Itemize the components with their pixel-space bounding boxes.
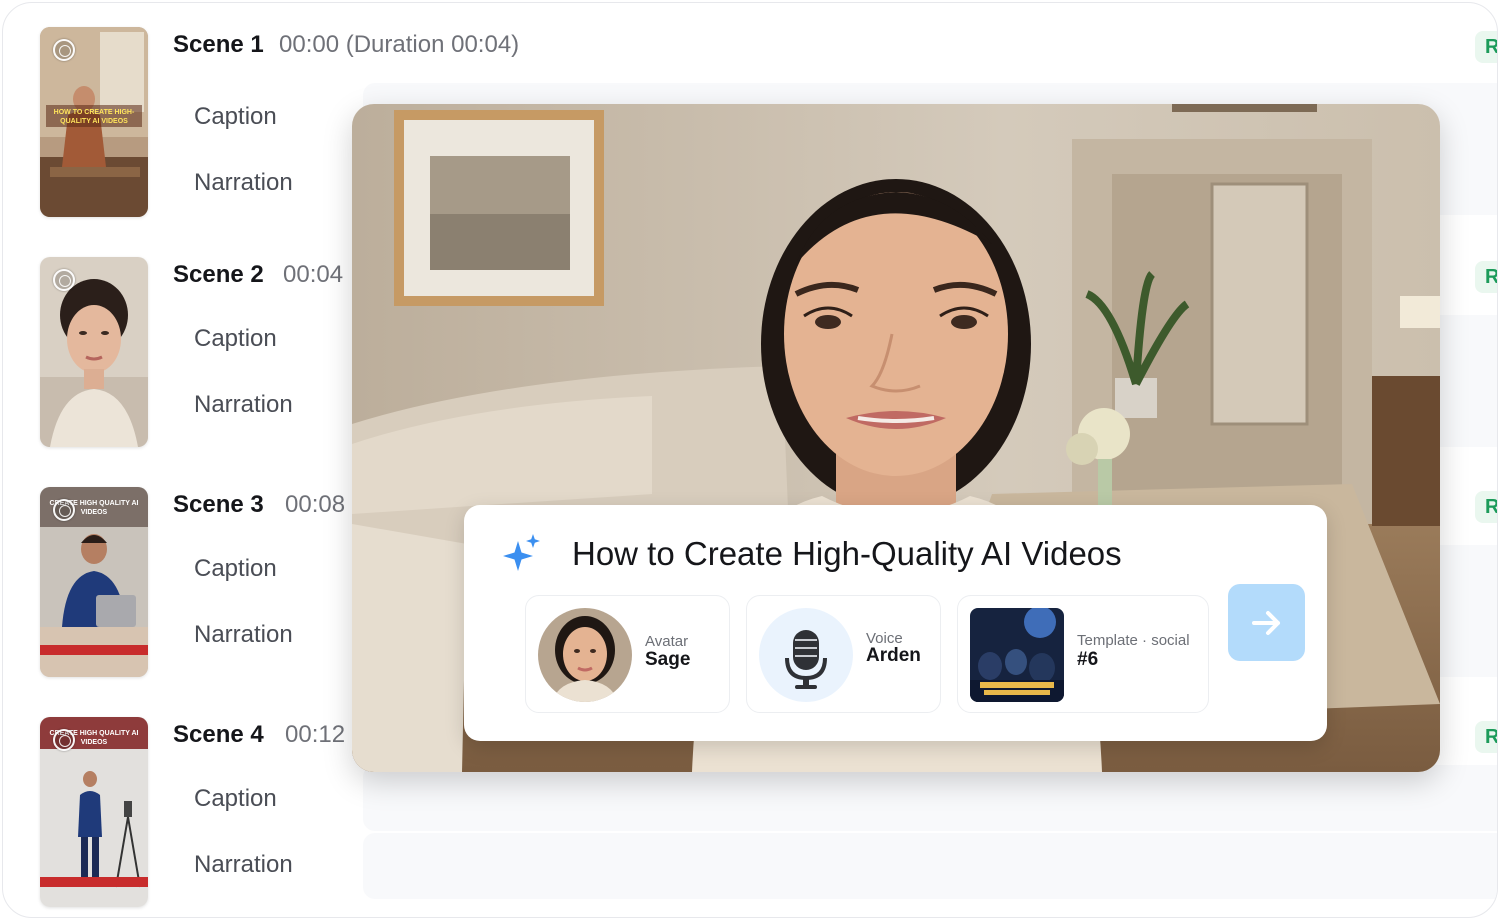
scene-2-title: Scene 2 (173, 261, 264, 288)
scene-1-thumb-text: HOW TO CREATE HIGH-QUALITY AI VIDEOS (53, 109, 135, 125)
scene-4-narration-label: Narration (194, 851, 293, 878)
radio-icon[interactable] (53, 269, 75, 291)
scene-3-time: 00:08 (285, 491, 346, 518)
scene-editor-panel: HOW TO CREATE HIGH-QUALITY AI VIDEOS Sce… (2, 2, 1498, 918)
sparkle-icon (503, 534, 540, 571)
prompt-title: How to Create High-Quality AI Videos (572, 535, 1122, 572)
template-option[interactable]: Template · social #6 (957, 595, 1209, 713)
avatar-value: Sage (645, 649, 691, 670)
scene-2-caption-label: Caption (194, 325, 277, 352)
scene-2-time: 00:04 (283, 261, 344, 288)
scene-4-thumbnail[interactable]: CREATE HIGH QUALITY AI VIDEOS (40, 717, 148, 907)
scene-4-time: 00:12 (285, 721, 346, 748)
avatar-option[interactable]: Avatar Sage (525, 595, 730, 713)
microphone-icon (785, 630, 827, 689)
scene-4-narration-field[interactable] (363, 833, 1497, 899)
scene-3-caption-label: Caption (194, 555, 277, 582)
scene-4-caption-field[interactable] (363, 765, 1497, 831)
voice-option[interactable]: Voice Arden (746, 595, 941, 713)
template-image (970, 608, 1064, 702)
scene-4-caption-label: Caption (194, 785, 277, 812)
scene-4-title: Scene 4 (173, 721, 264, 748)
scene-1-badge[interactable]: R (1475, 31, 1497, 63)
radio-icon[interactable] (53, 729, 75, 751)
template-label: Template · social (1077, 632, 1190, 649)
scene-1-title: Scene 1 (173, 31, 264, 58)
scene-2-badge[interactable]: R (1475, 261, 1497, 293)
voice-value: Arden (866, 645, 921, 666)
avatar-label: Avatar (645, 633, 689, 650)
arrow-right-icon (1251, 610, 1280, 635)
radio-icon[interactable] (53, 499, 75, 521)
radio-icon[interactable] (53, 39, 75, 61)
next-button[interactable] (1228, 584, 1305, 661)
template-value: #6 (1077, 649, 1099, 670)
scene-3-thumbnail[interactable]: CREATE HIGH QUALITY AI VIDEOS (40, 487, 148, 677)
scene-1-thumbnail[interactable]: HOW TO CREATE HIGH-QUALITY AI VIDEOS (40, 27, 148, 217)
scene-1-time: 00:00 (Duration 00:04) (279, 31, 520, 58)
scene-1-caption-label: Caption (194, 103, 277, 130)
prompt-card: How to Create High-Quality AI Videos Ava… (464, 505, 1327, 741)
scene-4-badge[interactable]: R (1475, 721, 1497, 753)
scene-2-thumbnail[interactable] (40, 257, 148, 447)
avatar-image (538, 608, 632, 702)
scene-2-narration-label: Narration (194, 391, 293, 418)
scene-3-badge[interactable]: R (1475, 491, 1497, 523)
scene-1-narration-label: Narration (194, 169, 293, 196)
scene-3-narration-label: Narration (194, 621, 293, 648)
scene-3-title: Scene 3 (173, 491, 264, 518)
video-preview[interactable]: How to Create High-Quality AI Videos Ava… (352, 104, 1440, 772)
voice-image (759, 608, 853, 702)
